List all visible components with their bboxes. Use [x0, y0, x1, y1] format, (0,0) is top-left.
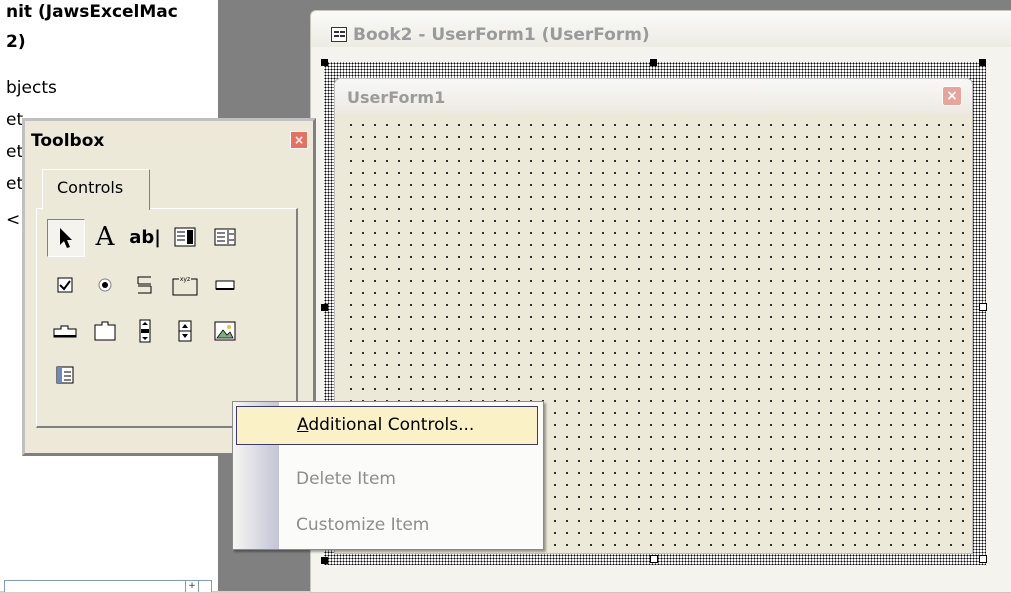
svg-text:xyz: xyz: [180, 276, 190, 283]
togglebutton-tool-icon[interactable]: [127, 267, 163, 303]
toolbox-titlebar[interactable]: Toolbox ×: [25, 121, 313, 151]
optionbutton-tool-icon[interactable]: [87, 267, 123, 303]
project-node-vbaproject-cont[interactable]: 2): [6, 32, 26, 52]
resize-handle-south[interactable]: [650, 555, 658, 563]
listbox-tool-icon[interactable]: [207, 219, 243, 255]
scroll-expand-button[interactable]: +: [185, 580, 199, 592]
scrollbar-tool-icon[interactable]: [127, 313, 163, 349]
userform-title: UserForm1: [347, 88, 446, 107]
tab-controls-label: Controls: [57, 178, 124, 197]
project-pane-scrollbar[interactable]: [4, 580, 212, 592]
tab-controls[interactable]: Controls: [42, 169, 150, 210]
controls-tab-panel: A ab| xyz: [36, 208, 298, 428]
project-node-sheet[interactable]: et: [6, 142, 23, 162]
toolbox-close-button[interactable]: ×: [290, 131, 308, 149]
menu-item-additional-controls[interactable]: Additional Controls...: [236, 406, 538, 445]
project-node-objects[interactable]: bjects: [6, 78, 57, 98]
resize-handle: [321, 59, 328, 66]
resize-handle-southeast[interactable]: [979, 555, 987, 563]
commandbutton-tool-icon[interactable]: [207, 267, 243, 303]
toolbox-title: Toolbox: [31, 131, 105, 151]
image-tool-icon[interactable]: [207, 313, 243, 349]
textbox-tool-icon[interactable]: ab|: [127, 219, 163, 255]
spinbutton-tool-icon[interactable]: [167, 313, 203, 349]
tabstrip-tool-icon[interactable]: [47, 313, 83, 349]
menu-accelerator-key: A: [297, 415, 309, 435]
frame-tool-icon[interactable]: xyz: [167, 267, 203, 303]
select-objects-icon[interactable]: [47, 219, 85, 257]
userform-close-icon: ×: [942, 86, 962, 106]
label-tool-icon[interactable]: A: [87, 219, 123, 255]
resize-handle: [321, 304, 328, 311]
checkbox-tool-icon[interactable]: [47, 267, 83, 303]
userform-window-icon: [331, 27, 347, 42]
combobox-tool-icon[interactable]: [167, 219, 203, 255]
designer-title: Book2 - UserForm1 (UserForm): [353, 25, 650, 45]
menu-item-delete-item[interactable]: Delete Item: [296, 469, 396, 489]
designer-titlebar[interactable]: Book2 - UserForm1 (UserForm): [311, 11, 1011, 47]
resize-handle: [321, 557, 328, 564]
resize-handle: [650, 59, 657, 66]
menu-item-label: Additional Controls...: [297, 415, 474, 435]
multipage-tool-icon[interactable]: [87, 313, 123, 349]
project-node-sheet[interactable]: et: [6, 110, 23, 130]
userform-titlebar: UserForm1 ×: [335, 79, 972, 113]
menu-item-customize-item[interactable]: Customize Item: [296, 515, 429, 535]
refedit-tool-icon[interactable]: [47, 357, 83, 393]
project-node-sheet[interactable]: et: [6, 174, 23, 194]
resize-handle-east[interactable]: [979, 303, 987, 311]
project-node-vbaproject[interactable]: nit (JawsExcelMac: [6, 2, 178, 22]
toolbox-context-menu: Additional Controls... Delete Item Custo…: [232, 401, 544, 550]
menu-item-label-rest: dditional Controls...: [308, 415, 475, 435]
project-node-workbook[interactable]: <: [6, 210, 20, 230]
resize-handle: [979, 59, 986, 66]
